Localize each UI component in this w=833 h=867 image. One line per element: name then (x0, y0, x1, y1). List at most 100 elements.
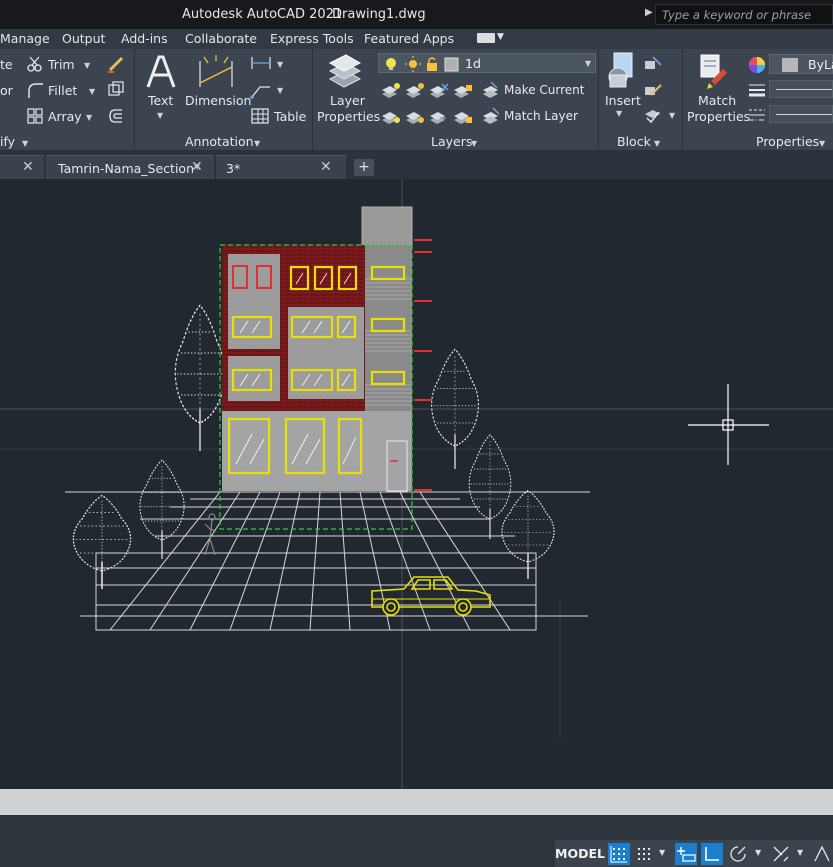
array-button[interactable]: Array (48, 109, 82, 124)
leader-caret-icon[interactable]: ▼ (277, 86, 283, 95)
panel-separator (598, 49, 599, 151)
color-dropdown[interactable]: ByLa (769, 54, 833, 74)
ribbon-tab-output[interactable]: Output (62, 31, 105, 46)
close-icon[interactable]: ✕ (320, 159, 332, 175)
grid-button[interactable] (608, 843, 630, 865)
ribbon-minimize-icon[interactable] (477, 33, 495, 43)
panel-separator (682, 49, 683, 151)
ribbon-tab-express-tools[interactable]: Express Tools (270, 31, 354, 46)
linetype-dropdown[interactable] (769, 105, 833, 123)
properties-panel-title[interactable]: Properties (756, 134, 819, 149)
dynamic-input-icon (677, 847, 696, 862)
lineweight-dropdown[interactable] (769, 80, 833, 98)
linear-dimension-icon[interactable] (250, 55, 272, 71)
tab-start[interactable]: ✕ (0, 155, 44, 179)
make-current-icon (483, 81, 498, 98)
new-tab-button[interactable]: + (354, 159, 374, 176)
create-block-icon[interactable] (643, 55, 663, 73)
layer-properties-label-2[interactable]: Properties (317, 109, 380, 124)
title-bar: Autodesk AutoCAD 2021 Drawing1.dwg ▶ Typ… (0, 0, 833, 29)
snap-caret-icon[interactable]: ▼ (659, 848, 665, 857)
snap-button[interactable] (633, 843, 655, 865)
edit-block-icon[interactable] (643, 81, 663, 99)
array-caret-icon[interactable]: ▼ (86, 113, 92, 122)
tab-tamrin-nama-section[interactable]: Tamrin-Nama_Section* ✕ (46, 155, 214, 179)
ribbon-tab-featured-apps[interactable]: Featured Apps (364, 31, 454, 46)
offset-icon[interactable] (106, 106, 126, 126)
ribbon-tab-collaborate[interactable]: Collaborate (185, 31, 257, 46)
properties-panel-caret-icon[interactable]: ▼ (819, 139, 825, 148)
layer-tools-row-2-icons[interactable] (380, 106, 480, 126)
erase-icon[interactable] (106, 54, 126, 74)
current-layer-name: 1d (465, 56, 481, 71)
isodraft-button[interactable] (770, 843, 792, 865)
match-properties-label-1[interactable]: Match (698, 93, 736, 108)
layer-dropdown[interactable]: 1d ▼ (378, 53, 596, 73)
person-figure (204, 513, 217, 556)
annotation-panel-caret-icon[interactable]: ▼ (254, 139, 260, 148)
edit-attributes-icon[interactable] (643, 106, 663, 124)
expand-arrow-icon[interactable]: ▶ (645, 7, 653, 18)
ribbon-tab-manage[interactable]: Manage (0, 31, 50, 46)
fillet-caret-icon[interactable]: ▼ (89, 87, 95, 96)
polar-caret-icon[interactable]: ▼ (755, 848, 761, 857)
tab-label: 3* (226, 161, 241, 176)
ribbon-tab-addins[interactable]: Add-ins (121, 31, 168, 46)
app-title: Autodesk AutoCAD 2021 (182, 7, 343, 22)
insert-button[interactable]: Insert (605, 93, 641, 108)
layers-panel-title[interactable]: Layers (431, 134, 472, 149)
make-current-button[interactable]: Make Current (504, 83, 585, 97)
layer-tools-row-1-icons[interactable] (380, 80, 480, 100)
match-properties-label-2[interactable]: Properties (687, 109, 750, 124)
linetype-icon[interactable] (748, 107, 766, 123)
panel-separator (312, 49, 313, 151)
insert-caret-icon[interactable]: ▼ (616, 109, 622, 118)
trim-icon (27, 56, 42, 72)
fillet-button[interactable]: Fillet (48, 83, 77, 98)
color-wheel-icon[interactable] (747, 55, 767, 75)
close-icon[interactable]: ✕ (191, 159, 203, 175)
layer-properties-icon (328, 54, 362, 88)
text-caret-icon[interactable]: ▼ (157, 111, 163, 120)
horizontal-scrollbar[interactable] (0, 789, 833, 815)
dynamic-input-button[interactable] (675, 843, 697, 865)
ortho-button[interactable] (701, 843, 723, 865)
document-tab-bar: ✕ Tamrin-Nama_Section* ✕ 3* ✕ + (0, 151, 833, 179)
polar-tracking-button[interactable] (727, 843, 749, 865)
match-layer-icon (483, 107, 500, 124)
drawing-canvas (0, 179, 833, 789)
drawing-area[interactable] (0, 179, 833, 789)
modify-partial-mid[interactable]: or (0, 83, 13, 98)
search-input[interactable]: Type a keyword or phrase (655, 4, 833, 25)
leader-icon[interactable] (250, 81, 272, 99)
table-button[interactable]: Table (274, 109, 306, 124)
model-space-button[interactable]: MODEL (555, 843, 605, 865)
object-snap-button[interactable] (811, 843, 833, 865)
dimension-button[interactable]: Dimension (185, 93, 251, 108)
trim-button[interactable]: Trim (48, 57, 75, 72)
text-button[interactable]: Text (148, 93, 173, 108)
close-icon[interactable]: ✕ (22, 159, 34, 175)
block-panel-title[interactable]: Block (617, 134, 651, 149)
modify-panel-caret-icon[interactable]: ▼ (22, 139, 28, 148)
layer-properties-label-1[interactable]: Layer (330, 93, 365, 108)
block-panel-caret-icon[interactable]: ▼ (654, 139, 660, 148)
construction-lines (0, 179, 833, 789)
ribbon-options-caret-icon[interactable]: ▼ (497, 32, 504, 42)
annotation-panel-title[interactable]: Annotation (185, 134, 254, 149)
lineweight-icon[interactable] (748, 82, 766, 98)
layers-panel-caret-icon[interactable]: ▼ (471, 139, 477, 148)
ortho-icon (705, 847, 719, 861)
linear-dimension-caret-icon[interactable]: ▼ (277, 60, 283, 69)
trim-caret-icon[interactable]: ▼ (84, 61, 90, 70)
modify-partial-top[interactable]: te (0, 57, 13, 72)
ground-grid (65, 491, 590, 631)
modify-panel-title[interactable]: ify (0, 134, 15, 149)
match-layer-button[interactable]: Match Layer (504, 109, 578, 123)
tab-3[interactable]: 3* ✕ (216, 155, 346, 179)
snap-icon (638, 848, 650, 860)
isodraft-caret-icon[interactable]: ▼ (797, 848, 803, 857)
block-attributes-caret-icon[interactable]: ▼ (669, 111, 675, 120)
explode-icon[interactable] (106, 80, 126, 100)
text-icon (146, 55, 176, 88)
